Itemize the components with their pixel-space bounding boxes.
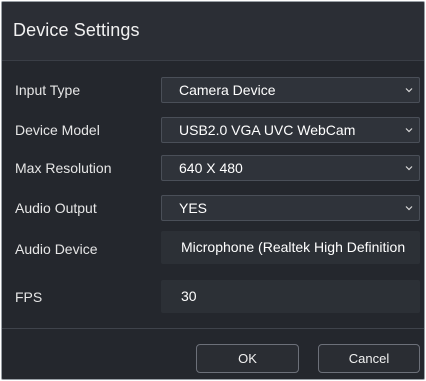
device-model-label: Device Model (15, 122, 100, 138)
fps-field: 30 (161, 280, 420, 313)
audio-output-label: Audio Output (15, 200, 97, 216)
cancel-button[interactable]: Cancel (318, 344, 420, 373)
device-model-value: USB2.0 VGA UVC WebCam (179, 122, 356, 138)
ok-button[interactable]: OK (196, 344, 299, 373)
settings-form: Input Type Camera Device Device Model US… (2, 61, 424, 328)
dialog-title: Device Settings (13, 20, 140, 40)
dialog-footer: OK Cancel (2, 328, 424, 379)
audio-device-label: Audio Device (15, 241, 98, 257)
fps-value: 30 (181, 288, 197, 304)
dialog-titlebar: Device Settings (2, 2, 424, 61)
audio-output-value: YES (179, 200, 208, 216)
audio-device-field: Microphone (Realtek High Definition (161, 231, 420, 264)
chevron-down-icon (405, 88, 413, 93)
audio-output-select[interactable]: YES (161, 195, 420, 221)
input-type-value: Camera Device (179, 82, 276, 98)
device-settings-dialog: Device Settings Input Type Camera Device… (1, 1, 425, 380)
max-resolution-label: Max Resolution (15, 160, 112, 176)
chevron-down-icon (405, 166, 413, 171)
chevron-down-icon (405, 128, 413, 133)
audio-device-value: Microphone (Realtek High Definition (181, 239, 406, 255)
max-resolution-value: 640 X 480 (179, 160, 243, 176)
input-type-select[interactable]: Camera Device (161, 77, 420, 103)
max-resolution-select[interactable]: 640 X 480 (161, 155, 420, 181)
device-model-select[interactable]: USB2.0 VGA UVC WebCam (161, 117, 420, 143)
fps-label: FPS (15, 289, 43, 305)
chevron-down-icon (405, 206, 413, 211)
input-type-label: Input Type (15, 82, 81, 98)
